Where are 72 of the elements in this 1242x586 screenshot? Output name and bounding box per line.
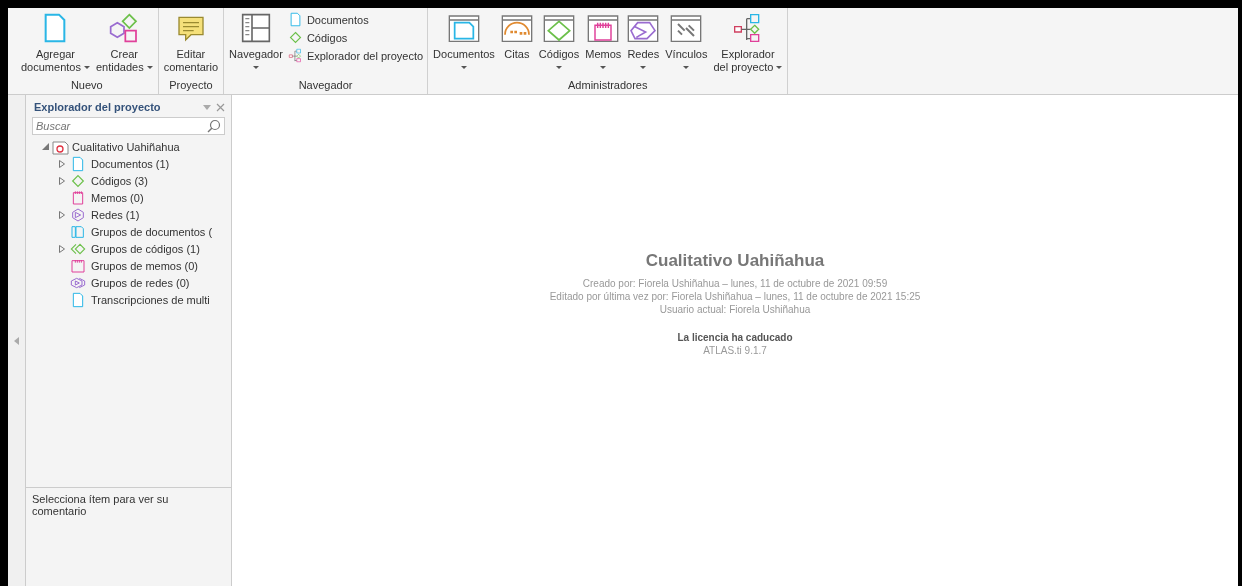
caret-icon [556,66,563,69]
link-manager-icon [670,12,703,44]
tree-item[interactable]: Cualitativo Uahiñahua [26,138,231,155]
expand-triangle-icon[interactable] [59,210,65,219]
ribbon-button[interactable]: Códigos [285,30,426,45]
quote-manager-icon [500,12,533,44]
tree-item[interactable]: Transcripciones de multi [26,291,231,308]
ribbon-button[interactable]: Documentos [285,12,426,27]
expand-triangle-icon[interactable] [59,176,65,185]
ribbon-button[interactable]: Memos [582,12,625,69]
tree-item[interactable]: Documentos (1) [26,155,231,172]
dropdown-icon[interactable] [203,104,211,110]
expand-triangle-icon[interactable] [59,159,65,168]
ribbon-button[interactable]: Explorador del proyecto [285,48,426,63]
project-title: Cualitativo Uahiñahua [645,254,825,267]
ribbon-button[interactable]: Documentos [430,12,498,69]
ribbon-button[interactable]: Redes [624,12,663,69]
tree-item[interactable]: Códigos (3) [26,172,231,189]
tree-item[interactable]: Grupos de códigos (1) [26,240,231,257]
diamond-manager-icon [543,12,576,44]
memo-icon [70,189,86,206]
caret-icon [83,66,90,69]
document-icon [70,291,86,308]
ribbon-button[interactable]: Códigos [535,12,583,69]
network-icon [70,206,86,223]
ribbon-button[interactable]: Crear entidades [92,12,156,74]
tree-item[interactable]: Memos (0) [26,189,231,206]
panel-title: Explorador del proyecto [34,101,161,113]
caret-icon [460,66,467,69]
group-label: Navegador [297,79,354,93]
tree-item[interactable]: Grupos de memos (0) [26,257,231,274]
caret-icon [146,66,153,69]
memo-group-icon [70,257,86,274]
document-group-icon [70,223,86,240]
project-icon [52,138,69,155]
ribbon-button[interactable]: Explorador del proyecto [710,12,786,74]
expanded-triangle-icon[interactable] [42,143,49,150]
document-icon [287,12,303,27]
tree-item[interactable]: Grupos de documentos ( [26,223,231,240]
tree-icon [287,48,303,63]
search-field[interactable]: Buscar [32,117,225,135]
search-icon [207,119,221,133]
expand-triangle-icon[interactable] [59,244,65,253]
tree-item[interactable]: Grupos de redes (0) [26,274,231,291]
caret-icon [776,66,783,69]
ribbon-button[interactable]: Navegador [226,12,286,69]
caret-icon [600,66,607,69]
caret-icon [253,66,259,69]
version-label: ATLAS.ti 9.1.7 [703,344,767,357]
diamond-icon [70,172,86,189]
group-label: Nuevo [69,79,104,93]
ribbon-button[interactable]: Citas [497,12,536,61]
ribbon-button[interactable]: Vínculos [662,12,711,69]
ribbon-button[interactable]: Agregar documentos [18,12,93,74]
diamond-icon [287,30,303,45]
caret-icon [683,66,690,69]
network-manager-icon [627,12,660,44]
group-label: Proyecto [168,79,214,93]
panes-icon [240,12,272,44]
comment-hint: Selecciona ítem para ver su comentario [32,493,169,517]
ribbon-button[interactable]: Editar comentario [160,12,222,74]
tree-item[interactable]: Redes (1) [26,206,231,223]
license-status: La licencia ha caducado [677,331,793,344]
memo-manager-icon [587,12,620,44]
document-icon [70,155,86,172]
project-detail: Creado por: Fiorela Ushiñahua – lunes, 11 de octubre de 2021 09:59 [582,277,888,290]
document-manager-icon [447,12,480,44]
group-label: Administradores [567,79,649,93]
project-detail: Editado por última vez por: Fiorela Ushiñahua – lunes, 11 de octubre de 2021 15:25 [549,290,921,303]
project-detail: Usuario actual: Fiorela Ushiñahua [659,303,811,316]
close-icon[interactable] [216,102,225,112]
caret-icon [640,66,647,69]
